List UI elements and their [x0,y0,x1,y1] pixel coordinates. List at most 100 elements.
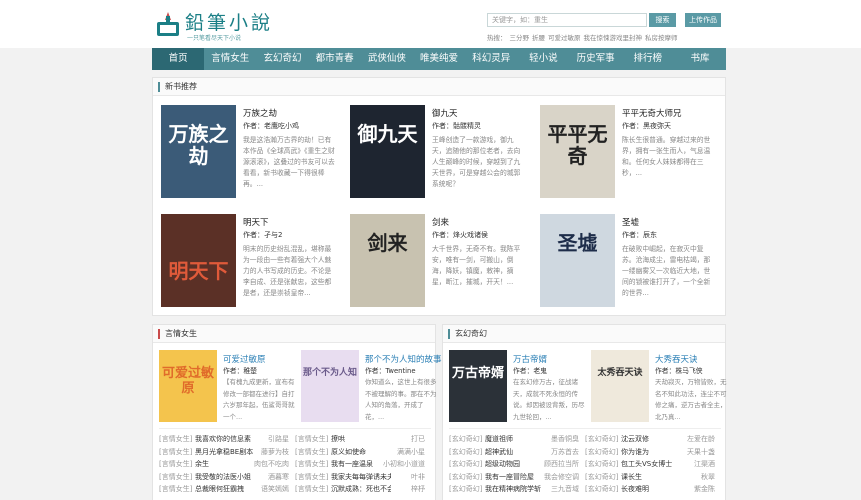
nav-item-chunai[interactable]: 唯美纯爱 [413,48,465,70]
list-item-title[interactable]: 我有一座温泉 [331,458,391,470]
book-card[interactable]: 圣墟 圣墟 作者：辰东 在破败中崛起，在寂灭中复苏。沧海成尘，雷电枯竭，那一缕幽… [540,214,720,310]
book-card[interactable]: 明天下 明天下 作者：孑与2 明末的历史纷乱混乱，堪称最为一段由一些有着强大个人… [161,214,341,310]
book-cover[interactable]: 那个不为人知 [301,350,359,422]
book-title[interactable]: 平平无奇大师兄 [622,107,682,119]
list-item-category[interactable]: [玄幻奇幻] [585,471,618,483]
list-item-category[interactable]: [言情女生] [295,483,328,495]
list-item-title[interactable]: 包工头VS女博士 [621,458,681,470]
list-item-category[interactable]: [言情女生] [159,458,192,470]
nav-item-rank[interactable]: 排行榜 [622,48,674,70]
nav-item-kehuan[interactable]: 科幻灵异 [465,48,517,70]
site-logo[interactable]: 鉛筆小說 一只笔看尽天下小说 [155,8,270,42]
list-item-title[interactable]: 超神武仙 [485,446,545,458]
list-item[interactable]: [言情女生] 原义如使命 满满小星 [295,446,431,458]
list-item-title[interactable]: 我受敬的法医小姐 [195,471,255,483]
list-item-category[interactable]: [言情女生] [295,471,328,483]
nav-item-xuanhuan[interactable]: 玄幻奇幻 [256,48,308,70]
book-card[interactable]: 御九天 御九天 作者：骷髅精灵 王峰创造了一款游戏，御九天，追随他的那位老者，去… [350,105,530,201]
book-title[interactable]: 万族之劫 [243,107,277,119]
book-cover[interactable]: 明天下 [161,214,236,307]
list-item[interactable]: [玄幻奇幻] 我有一座冒险屋 我会修空调 [449,471,585,483]
list-item[interactable]: [玄幻奇幻] 魔道祖师 墨香铜臭 [449,433,585,445]
hot-search-item[interactable]: 我在惊悚游戏里封神 [584,34,643,42]
list-item-title[interactable]: 长夜难明 [621,483,681,495]
hot-search-item[interactable]: 折腰 [532,34,545,42]
book-title[interactable]: 御九天 [432,107,458,119]
list-item-title[interactable]: 沈云双修 [621,433,681,445]
list-item[interactable]: [玄幻奇幻] 超神武仙 万苏首去 [449,446,585,458]
list-item[interactable]: [玄幻奇幻] 超级动物园 顾西拉当所 [449,458,585,470]
book-title[interactable]: 圣墟 [622,216,639,228]
list-item[interactable]: [言情女生] 余生 肉包不吃肉 [159,458,295,470]
book-title[interactable]: 那个不为人知的故事 [365,353,442,365]
nav-item-dushi[interactable]: 都市青春 [309,48,361,70]
list-item-title[interactable]: 魔道祖师 [485,433,545,445]
nav-item-history[interactable]: 历史军事 [570,48,622,70]
book-card[interactable]: 平平无奇 平平无奇大师兄 作者：黑夜弥天 陈长生很普通。穿越过来的世界，拥有一张… [540,105,720,201]
book-title[interactable]: 万古帝婿 [513,353,547,365]
featured-book[interactable]: 可爱过敏原 可爱过敏原 作者：稚楚 【有槐九成更新，宣布有修改一部都在进行】自打… [159,350,299,426]
book-cover[interactable]: 可爱过敏原 [159,350,217,422]
book-cover[interactable]: 太秀吞天诀 [591,350,649,422]
list-item-title[interactable]: 超级动物园 [485,458,545,470]
list-item-title[interactable]: 课长生 [621,471,681,483]
list-item[interactable]: [言情女生]我家夫每每弹诱未夫小 叶非 [295,471,431,483]
list-item-category[interactable]: [言情女生] [295,458,328,470]
list-item[interactable]: [言情女生]沉默成熟：死也不会放 梓杼 [295,483,431,495]
search-input[interactable]: 关键字，如：重生 [487,13,647,27]
book-cover[interactable]: 御九天 [350,105,425,198]
list-item-category[interactable]: [玄幻奇幻] [585,458,618,470]
list-item[interactable]: [玄幻奇幻] 沈云双修 左爱在龄 [585,433,721,445]
list-item[interactable]: [言情女生] 黑月光拿稳BE剧本 藤萝为枝 [159,446,295,458]
list-item-title[interactable]: 黑月光拿稳BE剧本 [195,446,255,458]
list-item[interactable]: [玄幻奇幻] 包工头VS女博士 江渠酒 [585,458,721,470]
search-button[interactable]: 搜索 [649,13,676,27]
list-item[interactable]: [言情女生] 我喜欢你的信息素 引路星 [159,433,295,445]
list-item-category[interactable]: [言情女生] [295,446,328,458]
book-title[interactable]: 可爱过敏原 [223,353,266,365]
book-cover[interactable]: 万族之劫 [161,105,236,198]
book-title[interactable]: 明天下 [243,216,269,228]
list-item[interactable]: [言情女生] 撩哄 打已 [295,433,431,445]
list-item-title[interactable]: 我有一座冒险屋 [485,471,545,483]
book-cover[interactable]: 万古帝婿 [449,350,507,422]
nav-item-light-novel[interactable]: 轻小说 [517,48,569,70]
list-item-title[interactable]: 我在精神病院学斩 [485,483,545,495]
nav-item-yanqing[interactable]: 言情女生 [204,48,256,70]
list-item-category[interactable]: [玄幻奇幻] [449,446,482,458]
list-item[interactable]: [言情女生] 总裁眼何狂霸拽 语笑嫣嫣 [159,483,295,495]
book-card[interactable]: 剑来 剑来 作者：烽火戏诸侯 大千世界，无奇不有。我陈平安，唯有一剑，可搬山，倒… [350,214,530,310]
list-item-category[interactable]: [言情女生] [159,483,192,495]
list-item[interactable]: [玄幻奇幻] 你为谁为 天果十盏 [585,446,721,458]
list-item-title[interactable]: 余生 [195,458,255,470]
list-item-title[interactable]: 总裁眼何狂霸拽 [195,483,255,495]
list-item-category[interactable]: [玄幻奇幻] [585,433,618,445]
upload-work-button[interactable]: 上传作品 [685,13,721,27]
featured-book[interactable]: 万古帝婿 万古帝婿 作者：老鬼 在玄幻修万古，征战诸天，成就不死永恒的传说。却因… [449,350,589,426]
list-item-title[interactable]: 沉默成熟：死也不会放 [331,483,391,495]
list-item-category[interactable]: [玄幻奇幻] [449,483,482,495]
list-item[interactable]: [言情女生] 我受敬的法医小姐 酒暮寒 [159,471,295,483]
list-item[interactable]: [言情女生] 我有一座温泉 小初和小道道 [295,458,431,470]
nav-item-home[interactable]: 首页 [152,48,205,70]
hot-search-item[interactable]: 私房按摩师 [645,34,678,42]
nav-item-library[interactable]: 书库 [674,48,726,70]
list-item-category[interactable]: [玄幻奇幻] [585,483,618,495]
list-item[interactable]: [玄幻奇幻] 长夜难明 紫金陈 [585,483,721,495]
book-card[interactable]: 万族之劫 万族之劫 作者：老鹰吃小鸡 我是这浩瀚万古界的劫！已有本作品《全球高武… [161,105,341,201]
hot-search-item[interactable]: 三分野 [510,34,530,42]
list-item-title[interactable]: 撩哄 [331,433,391,445]
list-item-category[interactable]: [玄幻奇幻] [449,471,482,483]
list-item-category[interactable]: [玄幻奇幻] [449,458,482,470]
list-item-title[interactable]: 原义如使命 [331,446,391,458]
list-item-title[interactable]: 你为谁为 [621,446,681,458]
hot-search-item[interactable]: 可爱过敏原 [548,34,581,42]
list-item-category[interactable]: [玄幻奇幻] [585,446,618,458]
featured-book[interactable]: 太秀吞天诀 大秀吞天诀 作者：株马飞侠 天劫寂灭，万物皆败，无名不知此功法，连尘… [591,350,731,426]
list-item-title[interactable]: 我家夫每每弹诱未夫小 [331,471,391,483]
list-item-category[interactable]: [言情女生] [159,433,192,445]
list-item-category[interactable]: [言情女生] [159,471,192,483]
book-title[interactable]: 大秀吞天诀 [655,353,698,365]
list-item-category[interactable]: [玄幻奇幻] [449,433,482,445]
list-item[interactable]: [玄幻奇幻] 我在精神病院学斩 三九音域 [449,483,585,495]
